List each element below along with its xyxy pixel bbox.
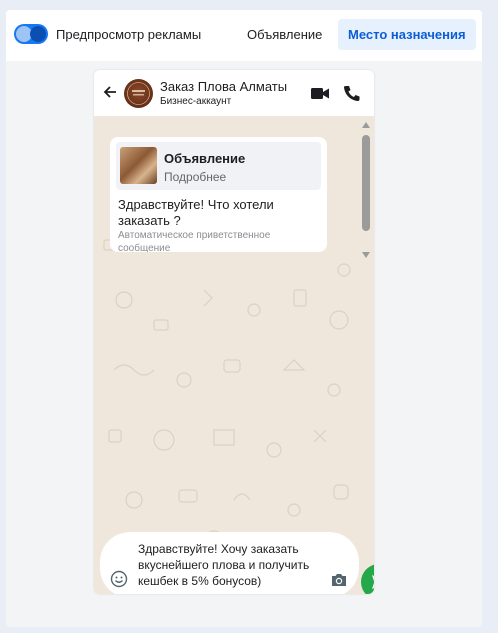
ad-card-link[interactable]: Подробнее — [164, 170, 226, 184]
send-icon — [372, 575, 374, 589]
camera-icon[interactable] — [330, 572, 348, 588]
ad-preview-toggle[interactable] — [14, 24, 48, 44]
greeting-text: Здравствуйте! Что хотели заказать ? — [118, 197, 274, 228]
ad-thumbnail — [120, 147, 157, 184]
message-composer[interactable]: Здравствуйте! Хочу заказать вкуснейшего … — [100, 532, 359, 594]
preview-topbar: Предпросмотр рекламы Объявление Место на… — [6, 10, 482, 61]
phone-preview: Заказ Плова Алматы Бизнес-аккаунт Объявл… — [94, 70, 374, 594]
phone-call-icon[interactable] — [342, 84, 362, 102]
chat-header: Заказ Плова Алматы Бизнес-аккаунт — [94, 70, 374, 116]
business-avatar — [124, 79, 153, 108]
emoji-icon[interactable] — [110, 570, 128, 588]
scroll-thumb[interactable] — [362, 135, 370, 231]
incoming-message-bubble: Объявление Подробнее Здравствуйте! Что х… — [110, 137, 327, 252]
video-call-icon[interactable] — [310, 84, 330, 102]
tab-destination[interactable]: Место назначения — [338, 19, 476, 50]
business-account-label: Бизнес-аккаунт — [160, 96, 232, 107]
chat-scrollbar[interactable] — [360, 120, 372, 260]
composer-message-text[interactable]: Здравствуйте! Хочу заказать вкуснейшего … — [138, 541, 328, 589]
back-arrow-icon[interactable] — [102, 84, 118, 100]
scroll-down-arrow-icon[interactable] — [362, 252, 370, 258]
ad-preview-label: Предпросмотр рекламы — [56, 27, 202, 42]
business-name: Заказ Плова Алматы — [160, 79, 288, 94]
scroll-up-arrow-icon[interactable] — [362, 122, 370, 128]
auto-message-note: Автоматическое приветственное сообщение — [118, 230, 271, 252]
ad-reference-card[interactable]: Объявление Подробнее — [116, 142, 321, 190]
ad-card-title: Объявление — [164, 151, 246, 166]
tab-ad[interactable]: Объявление — [237, 19, 332, 50]
